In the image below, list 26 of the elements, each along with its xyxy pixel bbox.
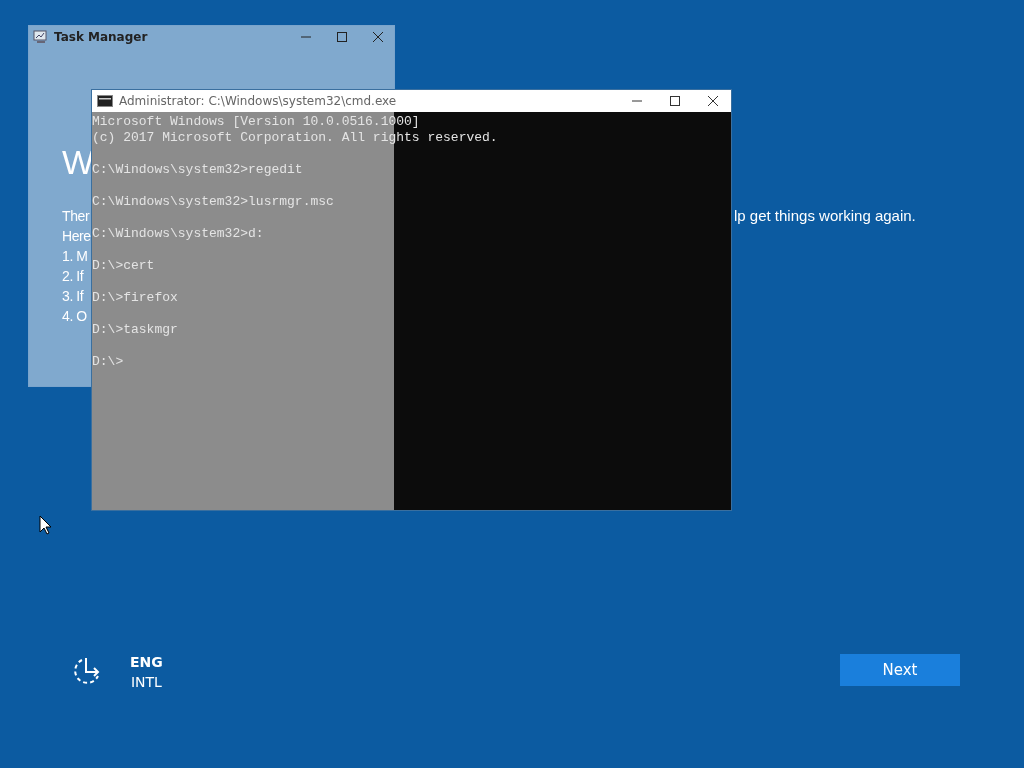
console-line: D:\>: [92, 354, 125, 370]
close-icon[interactable]: [707, 95, 719, 107]
console-line: C:\Windows\system32>regedit: [92, 162, 304, 178]
window-title: Administrator: C:\Windows\system32\cmd.exe: [119, 94, 398, 108]
instruction-text: 1. M: [62, 247, 89, 266]
language-code[interactable]: ENG: [130, 652, 163, 672]
instruction-text: Ther: [62, 207, 91, 226]
console-line: C:\Windows\system32>d:: [92, 226, 265, 242]
window-title: Task Manager: [54, 30, 149, 44]
console-line: D:\>cert: [92, 258, 156, 274]
close-icon[interactable]: [372, 31, 384, 43]
next-button[interactable]: Next: [840, 654, 960, 686]
console-line: D:\>taskmgr: [92, 322, 179, 338]
monitor-icon: [33, 30, 49, 44]
instruction-text: 3. If: [62, 287, 85, 306]
instruction-text: 2. If: [62, 267, 85, 286]
keyboard-layout[interactable]: INTL: [130, 672, 162, 692]
maximize-icon[interactable]: [669, 95, 681, 107]
mouse-pointer-icon: [39, 515, 52, 535]
console-icon: [97, 95, 113, 107]
instruction-text: 4. O: [62, 307, 88, 326]
instruction-text: lp get things working again.: [734, 206, 916, 226]
maximize-icon[interactable]: [336, 31, 348, 43]
instruction-text: Here: [62, 227, 92, 246]
console-line: D:\>firefox: [92, 290, 179, 306]
console-line: C:\Windows\system32>lusrmgr.msc: [92, 194, 335, 210]
